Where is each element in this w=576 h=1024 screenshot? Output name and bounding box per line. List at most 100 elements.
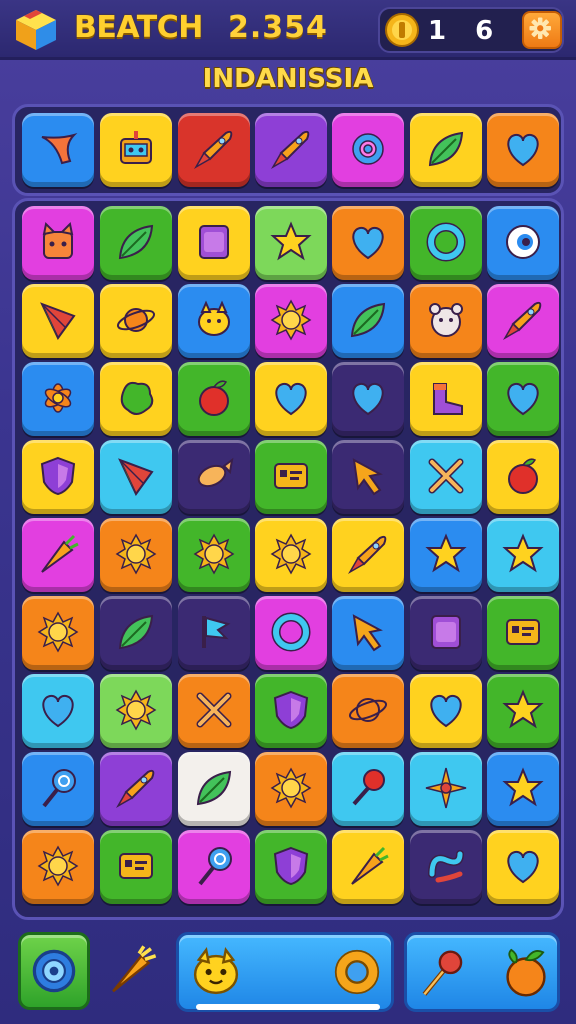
grid-tile[interactable] bbox=[487, 752, 559, 826]
grid-tile[interactable] bbox=[255, 440, 327, 514]
grid-tile[interactable] bbox=[255, 206, 327, 280]
grid-tile[interactable] bbox=[100, 596, 172, 670]
grid-tile[interactable] bbox=[255, 518, 327, 592]
rocket-icon bbox=[347, 535, 387, 575]
grid-tile[interactable] bbox=[332, 206, 404, 280]
grid-tile[interactable] bbox=[100, 284, 172, 358]
coin-counter: 1 6 0 bbox=[378, 7, 564, 53]
grid-tile[interactable] bbox=[487, 596, 559, 670]
chick-icon bbox=[198, 300, 230, 336]
box-icon bbox=[199, 225, 229, 259]
grid-tile[interactable] bbox=[255, 752, 327, 826]
heart-icon bbox=[42, 694, 74, 728]
leaf-icon bbox=[350, 302, 386, 338]
grid-tile[interactable] bbox=[178, 518, 250, 592]
grid-tile[interactable] bbox=[22, 674, 94, 748]
grid-tile[interactable] bbox=[22, 206, 94, 280]
grid-tile[interactable] bbox=[22, 284, 94, 358]
boomerang-icon bbox=[41, 132, 78, 165]
grid-tile[interactable] bbox=[178, 752, 250, 826]
grid-tile[interactable] bbox=[255, 284, 327, 358]
grid-tile[interactable] bbox=[487, 674, 559, 748]
grid-tile[interactable] bbox=[100, 674, 172, 748]
shield-icon bbox=[273, 846, 309, 886]
grid-tile[interactable] bbox=[332, 518, 404, 592]
grid-tile[interactable] bbox=[487, 830, 559, 904]
grid-tile[interactable] bbox=[100, 752, 172, 826]
top-row-tile[interactable] bbox=[178, 113, 250, 187]
top-row-tile[interactable] bbox=[100, 113, 172, 187]
grid-tile[interactable] bbox=[255, 674, 327, 748]
grid-tile[interactable] bbox=[22, 518, 94, 592]
grid-tile[interactable] bbox=[410, 206, 482, 280]
grid-tile[interactable] bbox=[410, 674, 482, 748]
top-row-tile[interactable] bbox=[487, 113, 559, 187]
star-icon bbox=[502, 533, 544, 573]
flag-icon bbox=[202, 616, 231, 648]
grid-tile[interactable] bbox=[332, 284, 404, 358]
grid-tile[interactable] bbox=[100, 518, 172, 592]
grid-tile[interactable] bbox=[487, 284, 559, 358]
leaf-icon bbox=[118, 224, 154, 260]
top-row-tile[interactable] bbox=[22, 113, 94, 187]
grid-tile[interactable] bbox=[178, 284, 250, 358]
knot-icon bbox=[428, 850, 464, 883]
tray-slot-items[interactable] bbox=[404, 932, 560, 1012]
grid-tile[interactable] bbox=[178, 440, 250, 514]
grid-tile[interactable] bbox=[410, 440, 482, 514]
sun-icon bbox=[270, 299, 312, 341]
grid-tile[interactable] bbox=[22, 596, 94, 670]
top-row-tile[interactable] bbox=[410, 113, 482, 187]
kite-icon bbox=[40, 302, 76, 340]
grid-tile[interactable] bbox=[255, 596, 327, 670]
grid-tile[interactable] bbox=[178, 830, 250, 904]
grid-tile[interactable] bbox=[22, 440, 94, 514]
tray-slot-main[interactable] bbox=[176, 932, 394, 1012]
card-icon bbox=[119, 853, 153, 879]
grid-tile[interactable] bbox=[22, 752, 94, 826]
grid-tile[interactable] bbox=[487, 362, 559, 436]
grid-tile[interactable] bbox=[100, 830, 172, 904]
score-counter: 2.354 bbox=[228, 10, 328, 45]
grid-tile[interactable] bbox=[410, 518, 482, 592]
grid-tile[interactable] bbox=[332, 674, 404, 748]
grid-tile[interactable] bbox=[410, 362, 482, 436]
top-bar: BEATCH 2.354 1 6 0 bbox=[0, 0, 576, 60]
grid-tile[interactable] bbox=[410, 830, 482, 904]
planet-icon bbox=[348, 698, 388, 722]
grid-tile[interactable] bbox=[332, 596, 404, 670]
settings-button[interactable] bbox=[522, 11, 562, 49]
tray-slot-portal[interactable] bbox=[18, 932, 90, 1010]
heart-icon bbox=[507, 133, 539, 167]
grid-tile[interactable] bbox=[332, 830, 404, 904]
grid-tile[interactable] bbox=[255, 362, 327, 436]
grid-tile[interactable] bbox=[178, 362, 250, 436]
grid-tile[interactable] bbox=[332, 440, 404, 514]
top-row-tile[interactable] bbox=[255, 113, 327, 187]
grid-tile[interactable] bbox=[410, 752, 482, 826]
grid-tile[interactable] bbox=[410, 596, 482, 670]
grid-tile[interactable] bbox=[100, 206, 172, 280]
grid-tile[interactable] bbox=[332, 362, 404, 436]
tray-slot-carrot[interactable] bbox=[98, 934, 168, 1010]
flower-icon bbox=[44, 383, 72, 413]
grid-tile[interactable] bbox=[100, 362, 172, 436]
grid-tile[interactable] bbox=[100, 440, 172, 514]
grid-tile[interactable] bbox=[22, 830, 94, 904]
grid-tile[interactable] bbox=[487, 206, 559, 280]
top-row-tile[interactable] bbox=[332, 113, 404, 187]
card-icon bbox=[506, 619, 540, 645]
grid-tile[interactable] bbox=[178, 674, 250, 748]
robot-icon bbox=[120, 131, 152, 164]
grid-tile[interactable] bbox=[22, 362, 94, 436]
grid-tile[interactable] bbox=[410, 284, 482, 358]
grid-tile[interactable] bbox=[487, 440, 559, 514]
star-icon bbox=[502, 767, 544, 807]
sun-icon bbox=[193, 533, 235, 575]
grid-tile[interactable] bbox=[487, 518, 559, 592]
grid-tile[interactable] bbox=[255, 830, 327, 904]
grid-tile[interactable] bbox=[178, 596, 250, 670]
home-indicator bbox=[196, 1004, 380, 1010]
grid-tile[interactable] bbox=[332, 752, 404, 826]
grid-tile[interactable] bbox=[178, 206, 250, 280]
